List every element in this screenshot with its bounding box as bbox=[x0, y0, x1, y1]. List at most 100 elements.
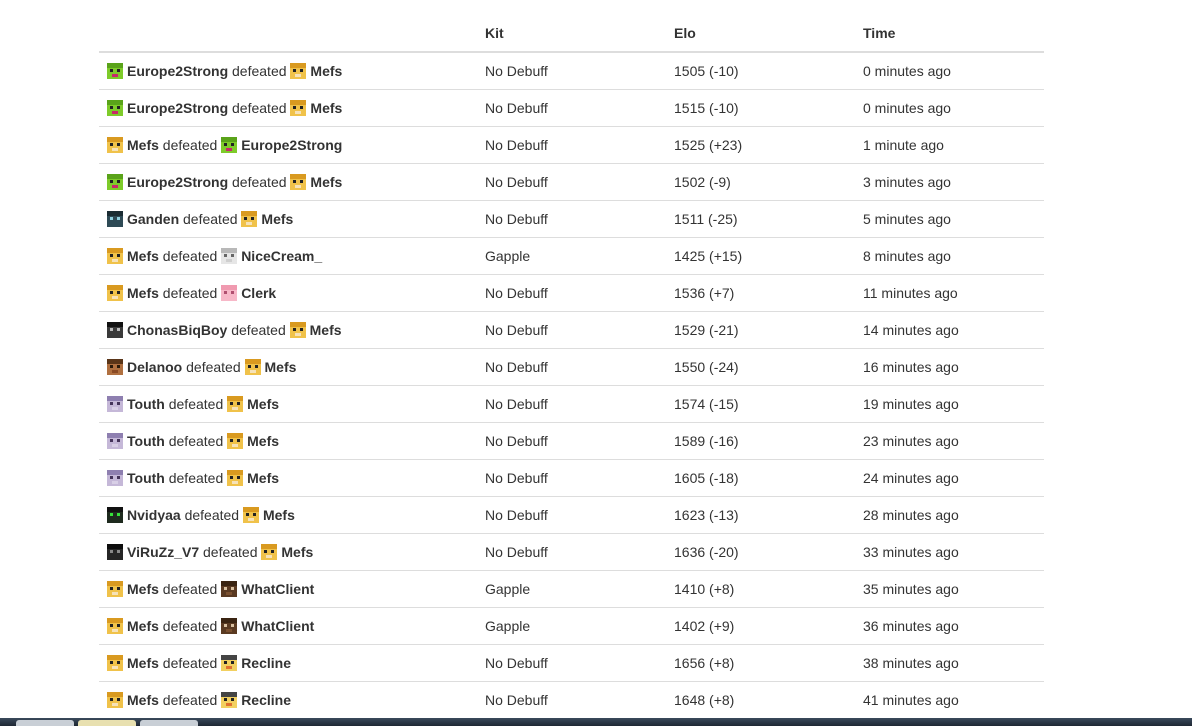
player-head-icon bbox=[107, 322, 123, 338]
elo-cell: 1529 (-21) bbox=[666, 311, 855, 349]
player-head-icon bbox=[221, 618, 238, 634]
match-cell: Europe2Strong defeated Mefs bbox=[99, 89, 477, 127]
loser-name-link[interactable]: Mefs bbox=[310, 322, 342, 338]
taskbar-button[interactable] bbox=[78, 720, 136, 726]
player-head-icon bbox=[107, 63, 123, 79]
match-cell: Delanoo defeated Mefs bbox=[99, 348, 477, 386]
loser-name-link[interactable]: Mefs bbox=[247, 433, 279, 449]
winner-name-link[interactable]: Touth bbox=[127, 396, 165, 412]
loser-name-link[interactable]: NiceCream_ bbox=[241, 248, 322, 264]
elo-cell: 1502 (-9) bbox=[666, 163, 855, 201]
elo-cell: 1648 (+8) bbox=[666, 681, 855, 719]
taskbar-button[interactable] bbox=[16, 720, 74, 726]
loser-name-link[interactable]: Recline bbox=[241, 655, 291, 671]
player-head-icon bbox=[290, 174, 307, 190]
elo-cell: 1515 (-10) bbox=[666, 89, 855, 127]
winner-name-link[interactable]: Touth bbox=[127, 470, 165, 486]
loser-name-link[interactable]: Mefs bbox=[261, 211, 293, 227]
winner-name-link[interactable]: Europe2Strong bbox=[127, 100, 228, 116]
player-head-icon bbox=[221, 137, 238, 153]
loser-name-link[interactable]: Mefs bbox=[263, 507, 295, 523]
kit-cell: No Debuff bbox=[477, 89, 666, 127]
match-cell: Europe2Strong defeated Mefs bbox=[99, 163, 477, 201]
winner-name-link[interactable]: Mefs bbox=[127, 285, 159, 301]
table-row: Ganden defeated Mefs No Debuff 1511 (-25) 5… bbox=[99, 200, 1044, 238]
taskbar-button[interactable] bbox=[140, 720, 198, 726]
elo-cell: 1574 (-15) bbox=[666, 385, 855, 423]
header-kit: Kit bbox=[477, 14, 666, 53]
winner-name-link[interactable]: ChonasBiqBoy bbox=[127, 322, 227, 338]
elo-cell: 1536 (+7) bbox=[666, 274, 855, 312]
loser-name-link[interactable]: Mefs bbox=[281, 544, 313, 560]
time-cell: 0 minutes ago bbox=[855, 52, 1044, 90]
loser-name-link[interactable]: Mefs bbox=[310, 63, 342, 79]
player-head-icon bbox=[107, 396, 123, 412]
table-row: ChonasBiqBoy defeated Mefs No Debuff 1529 … bbox=[99, 311, 1044, 349]
time-cell: 36 minutes ago bbox=[855, 607, 1044, 645]
player-head-icon bbox=[227, 433, 244, 449]
table-row: Touth defeated Mefs No Debuff 1589 (-16) 23… bbox=[99, 422, 1044, 460]
defeated-label: defeated bbox=[184, 507, 240, 523]
match-cell: Nvidyaa defeated Mefs bbox=[99, 496, 477, 534]
elo-cell: 1589 (-16) bbox=[666, 422, 855, 460]
time-cell: 8 minutes ago bbox=[855, 237, 1044, 275]
loser-name-link[interactable]: Mefs bbox=[265, 359, 297, 375]
table-row: Mefs defeated Recline No Debuff 1648 (+8) 4… bbox=[99, 681, 1044, 719]
defeated-label: defeated bbox=[183, 211, 238, 227]
loser-name-link[interactable]: WhatClient bbox=[241, 581, 314, 597]
player-head-icon bbox=[290, 63, 307, 79]
loser-name-link[interactable]: Mefs bbox=[310, 174, 342, 190]
time-cell: 19 minutes ago bbox=[855, 385, 1044, 423]
player-head-icon bbox=[221, 285, 238, 301]
kit-cell: No Debuff bbox=[477, 311, 666, 349]
player-head-icon bbox=[107, 174, 123, 190]
winner-name-link[interactable]: Mefs bbox=[127, 655, 159, 671]
match-cell: Mefs defeated Europe2Strong bbox=[99, 126, 477, 164]
winner-name-link[interactable]: Mefs bbox=[127, 618, 159, 634]
winner-name-link[interactable]: Mefs bbox=[127, 137, 159, 153]
loser-name-link[interactable]: WhatClient bbox=[241, 618, 314, 634]
loser-name-link[interactable]: Recline bbox=[241, 692, 291, 708]
loser-name-link[interactable]: Mefs bbox=[247, 470, 279, 486]
kit-cell: No Debuff bbox=[477, 126, 666, 164]
loser-name-link[interactable]: Clerk bbox=[241, 285, 276, 301]
winner-name-link[interactable]: Delanoo bbox=[127, 359, 182, 375]
player-head-icon bbox=[107, 285, 123, 301]
kit-cell: No Debuff bbox=[477, 496, 666, 534]
time-cell: 35 minutes ago bbox=[855, 570, 1044, 608]
winner-name-link[interactable]: Europe2Strong bbox=[127, 174, 228, 190]
player-head-icon bbox=[107, 211, 123, 227]
winner-name-link[interactable]: Touth bbox=[127, 433, 165, 449]
winner-name-link[interactable]: Ganden bbox=[127, 211, 179, 227]
loser-name-link[interactable]: Mefs bbox=[247, 396, 279, 412]
time-cell: 41 minutes ago bbox=[855, 681, 1044, 719]
defeated-label: defeated bbox=[231, 322, 286, 338]
player-head-icon bbox=[107, 655, 123, 671]
player-head-icon bbox=[107, 137, 123, 153]
table-row: Mefs defeated Clerk No Debuff 1536 (+7) 11 … bbox=[99, 274, 1044, 312]
loser-name-link[interactable]: Europe2Strong bbox=[241, 137, 342, 153]
winner-name-link[interactable]: Mefs bbox=[127, 692, 159, 708]
time-cell: 33 minutes ago bbox=[855, 533, 1044, 571]
player-head-icon bbox=[227, 396, 244, 412]
table-row: Touth defeated Mefs No Debuff 1605 (-18) 24… bbox=[99, 459, 1044, 497]
time-cell: 38 minutes ago bbox=[855, 644, 1044, 682]
kit-cell: No Debuff bbox=[477, 200, 666, 238]
match-cell: Europe2Strong defeated Mefs bbox=[99, 52, 477, 90]
elo-cell: 1425 (+15) bbox=[666, 237, 855, 275]
table-row: Europe2Strong defeated Mefs No Debuff 1515… bbox=[99, 89, 1044, 127]
elo-cell: 1550 (-24) bbox=[666, 348, 855, 386]
elo-cell: 1511 (-25) bbox=[666, 200, 855, 238]
winner-name-link[interactable]: ViRuZz_V7 bbox=[127, 544, 199, 560]
kit-cell: Gapple bbox=[477, 237, 666, 275]
winner-name-link[interactable]: Mefs bbox=[127, 581, 159, 597]
winner-name-link[interactable]: Nvidyaa bbox=[127, 507, 181, 523]
winner-name-link[interactable]: Mefs bbox=[127, 248, 159, 264]
defeated-label: defeated bbox=[168, 396, 224, 412]
kit-cell: No Debuff bbox=[477, 163, 666, 201]
elo-cell: 1525 (+23) bbox=[666, 126, 855, 164]
loser-name-link[interactable]: Mefs bbox=[310, 100, 342, 116]
player-head-icon bbox=[107, 544, 123, 560]
winner-name-link[interactable]: Europe2Strong bbox=[127, 63, 228, 79]
table-row: ViRuZz_V7 defeated Mefs No Debuff 1636 (-2… bbox=[99, 533, 1044, 571]
